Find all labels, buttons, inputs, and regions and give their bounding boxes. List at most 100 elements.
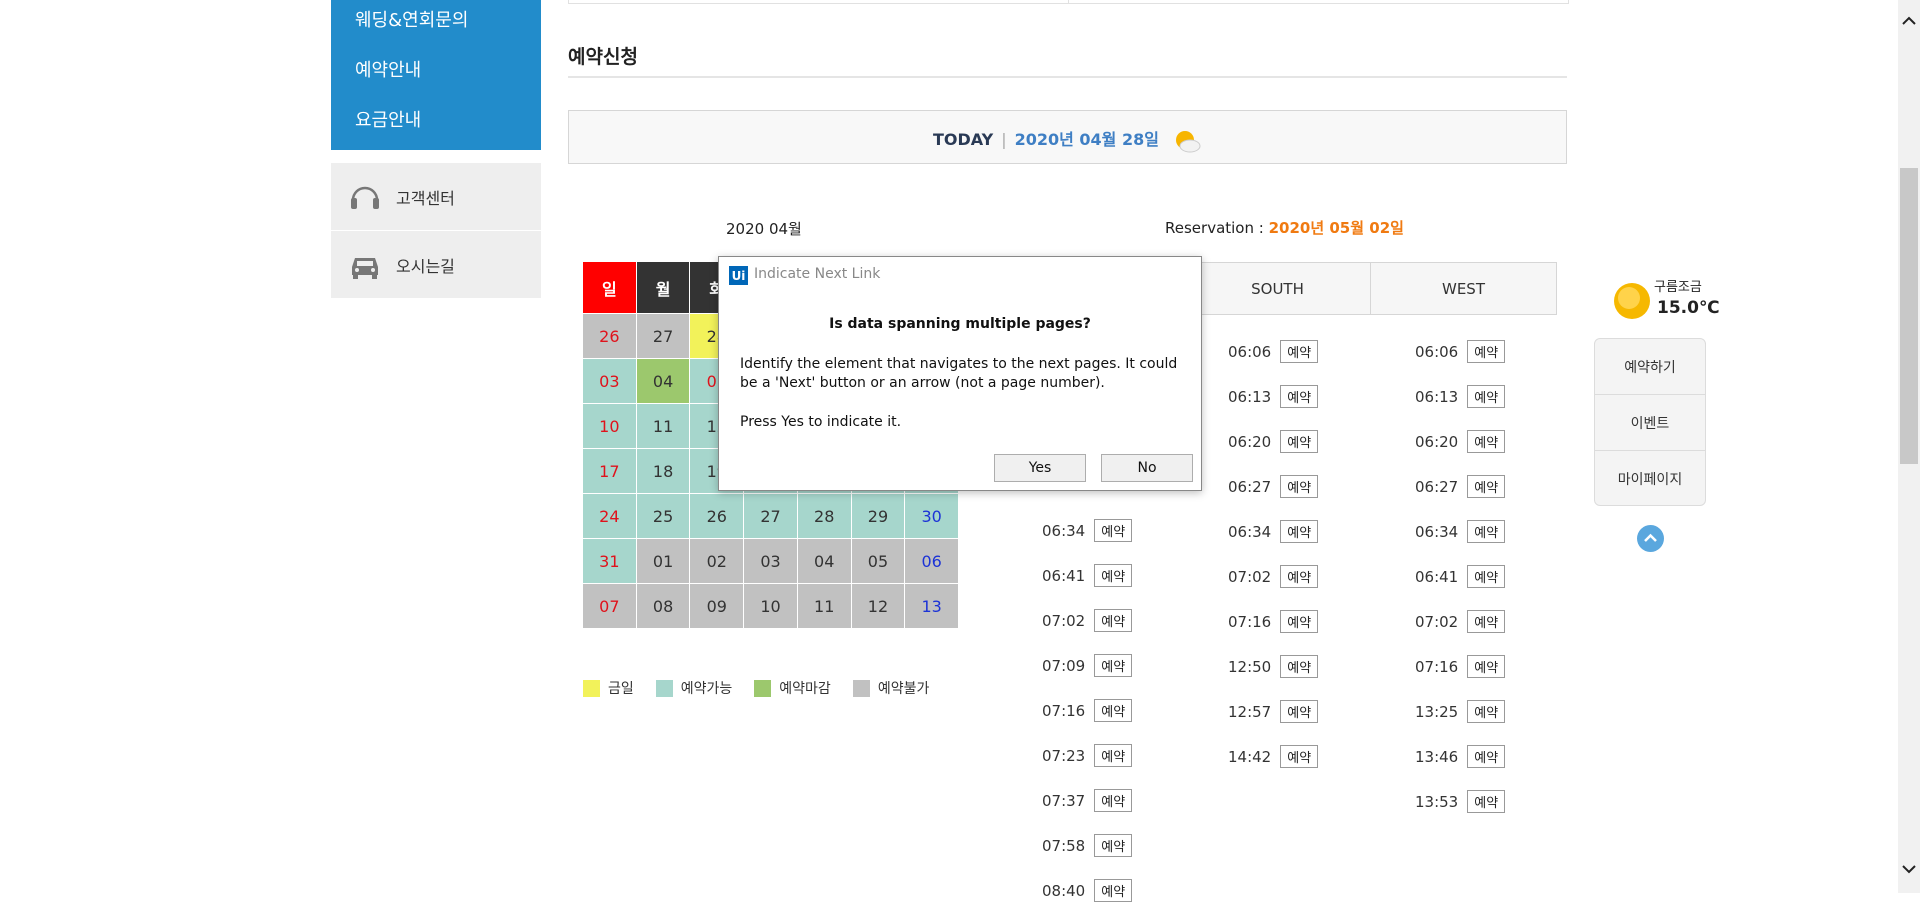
calendar-day[interactable]: 24 xyxy=(583,494,636,538)
reserve-button[interactable]: 예약 xyxy=(1467,565,1506,588)
calendar-day[interactable]: 29 xyxy=(851,494,905,538)
reserve-button[interactable]: 예약 xyxy=(1094,699,1133,722)
top-table-fragment xyxy=(568,0,1569,4)
reserve-button[interactable]: 예약 xyxy=(1467,340,1506,363)
reserve-button[interactable]: 예약 xyxy=(1280,700,1319,723)
customer-center-link[interactable]: 고객센터 xyxy=(331,163,541,230)
reserve-button[interactable]: 예약 xyxy=(1280,655,1319,678)
reserve-button[interactable]: 예약 xyxy=(1280,565,1319,588)
today-label: TODAY xyxy=(932,130,994,149)
calendar-day[interactable]: 31 xyxy=(583,539,636,583)
calendar-day[interactable]: 17 xyxy=(583,449,636,493)
headset-icon xyxy=(351,186,379,209)
quick-menu-reserve[interactable]: 예약하기 xyxy=(1595,339,1705,395)
dialog-body: Identify the element that navigates to t… xyxy=(740,356,1178,391)
reserve-button[interactable]: 예약 xyxy=(1467,610,1506,633)
calendar-day-unavailable: 12 xyxy=(851,584,905,628)
customer-center-label: 고객센터 xyxy=(396,189,455,208)
weather-description: 구름조금 xyxy=(1654,280,1702,295)
today-date: 2020년 04월 28일 xyxy=(1014,130,1159,149)
slot-time: 12:50 xyxy=(1228,657,1272,676)
calendar-day-unavailable: 09 xyxy=(690,584,744,628)
reserve-button[interactable]: 예약 xyxy=(1467,700,1506,723)
quick-menu-mypage[interactable]: 마이페이지 xyxy=(1595,451,1705,506)
reserve-button[interactable]: 예약 xyxy=(1094,789,1133,812)
time-slot: 06:20 예약 xyxy=(1415,430,1506,453)
slot-time: 07:02 xyxy=(1415,612,1459,631)
calendar-day-unavailable: 08 xyxy=(636,584,690,628)
slot-time: 06:13 xyxy=(1228,387,1272,406)
reserve-button[interactable]: 예약 xyxy=(1467,745,1506,768)
time-slot: 07:02 예약 xyxy=(1042,609,1133,632)
reserve-button[interactable]: 예약 xyxy=(1467,790,1506,813)
calendar-day-closed: 04 xyxy=(636,359,690,403)
calendar-day[interactable]: 27 xyxy=(744,494,797,538)
scroll-top-button[interactable] xyxy=(1637,525,1664,552)
scroll-up-arrow-icon[interactable] xyxy=(1900,10,1918,32)
slot-time: 07:16 xyxy=(1042,701,1086,720)
time-slot: 13:46 예약 xyxy=(1415,745,1506,768)
slot-time: 06:20 xyxy=(1415,432,1459,451)
reserve-button[interactable]: 예약 xyxy=(1467,520,1506,543)
reserve-button[interactable]: 예약 xyxy=(1280,520,1319,543)
reserve-button[interactable]: 예약 xyxy=(1094,879,1133,902)
weather-widget: 구름조금 15.0℃ xyxy=(1612,276,1720,326)
reserve-button[interactable]: 예약 xyxy=(1280,745,1319,768)
time-slot: 06:06 예약 xyxy=(1228,340,1319,363)
course-header-south: SOUTH xyxy=(1184,263,1370,314)
slot-time: 06:20 xyxy=(1228,432,1272,451)
reserve-button[interactable]: 예약 xyxy=(1094,654,1133,677)
slot-time: 07:58 xyxy=(1042,836,1086,855)
reservation-date: 2020년 05월 02일 xyxy=(1268,219,1404,237)
time-slot: 07:02 예약 xyxy=(1228,565,1319,588)
weekday-sun: 일 xyxy=(583,262,636,313)
reserve-button[interactable]: 예약 xyxy=(1280,385,1319,408)
quick-menu: 예약하기 이벤트 마이페이지 xyxy=(1594,338,1706,506)
reserve-button[interactable]: 예약 xyxy=(1467,475,1506,498)
reserve-button[interactable]: 예약 xyxy=(1094,609,1133,632)
reserve-button[interactable]: 예약 xyxy=(1467,655,1506,678)
calendar-day[interactable]: 18 xyxy=(636,449,690,493)
yes-button[interactable]: Yes xyxy=(994,454,1086,482)
sidebar-item-wedding[interactable]: 웨딩&연회문의 xyxy=(355,6,468,32)
slot-time: 06:27 xyxy=(1228,477,1272,496)
slot-time: 07:23 xyxy=(1042,746,1086,765)
calendar-day[interactable]: 26 xyxy=(690,494,744,538)
reserve-button[interactable]: 예약 xyxy=(1094,564,1133,587)
calendar-day[interactable]: 25 xyxy=(636,494,690,538)
reserve-button[interactable]: 예약 xyxy=(1280,340,1319,363)
calendar-week-row: 07 08 09 10 11 12 13 xyxy=(583,584,959,629)
calendar-day[interactable]: 28 xyxy=(797,494,851,538)
reserve-button[interactable]: 예약 xyxy=(1094,834,1133,857)
scroll-down-arrow-icon[interactable] xyxy=(1900,858,1918,880)
time-slot: 06:06 예약 xyxy=(1415,340,1506,363)
scrollbar-thumb[interactable] xyxy=(1900,168,1918,464)
uipath-logo-icon: Ui xyxy=(729,266,748,285)
quick-menu-event[interactable]: 이벤트 xyxy=(1595,395,1705,451)
indicate-next-link-dialog: Ui Indicate Next Link Is data spanning m… xyxy=(718,256,1202,491)
calendar-month: 2020 04월 xyxy=(726,220,802,238)
sidebar-menu: 웨딩&연회문의 예약안내 요금안내 xyxy=(331,0,541,150)
course-header-west: WEST xyxy=(1370,263,1556,314)
calendar-day[interactable]: 10 xyxy=(583,404,636,448)
calendar-day: 26 xyxy=(583,314,636,358)
reserve-button[interactable]: 예약 xyxy=(1280,475,1319,498)
sidebar-item-reservation-guide[interactable]: 예약안내 xyxy=(355,56,421,82)
calendar-day[interactable]: 11 xyxy=(636,404,690,448)
time-slot: 06:41 예약 xyxy=(1042,564,1133,587)
reserve-button[interactable]: 예약 xyxy=(1094,744,1133,767)
slot-time: 13:46 xyxy=(1415,747,1459,766)
time-slot: 06:34 예약 xyxy=(1415,520,1506,543)
time-slot: 07:16 예약 xyxy=(1228,610,1319,633)
sidebar-item-fee-guide[interactable]: 요금안내 xyxy=(355,106,421,132)
reserve-button[interactable]: 예약 xyxy=(1467,430,1506,453)
reserve-button[interactable]: 예약 xyxy=(1280,430,1319,453)
calendar-day[interactable]: 03 xyxy=(583,359,636,403)
reserve-button[interactable]: 예약 xyxy=(1094,519,1133,542)
legend-item: 예약마감 xyxy=(754,678,831,698)
no-button[interactable]: No xyxy=(1101,454,1193,482)
reserve-button[interactable]: 예약 xyxy=(1467,385,1506,408)
directions-link[interactable]: 오시는길 xyxy=(331,231,541,298)
calendar-day[interactable]: 30 xyxy=(905,494,959,538)
reserve-button[interactable]: 예약 xyxy=(1280,610,1319,633)
